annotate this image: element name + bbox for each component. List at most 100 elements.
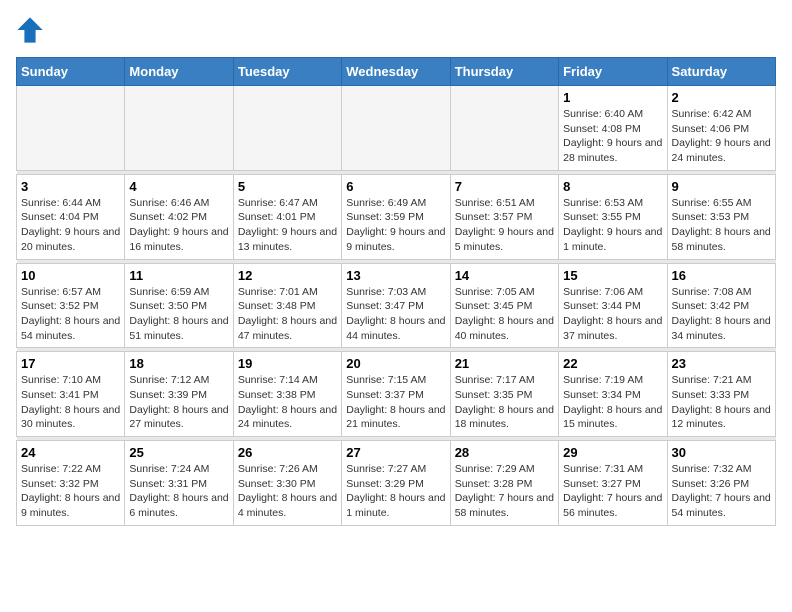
day-number: 17 (21, 356, 120, 371)
day-info: Sunrise: 7:12 AMSunset: 3:39 PMDaylight:… (129, 373, 228, 432)
day-info: Sunrise: 6:49 AMSunset: 3:59 PMDaylight:… (346, 196, 445, 255)
day-info: Sunrise: 6:44 AMSunset: 4:04 PMDaylight:… (21, 196, 120, 255)
calendar-day-cell: 28 Sunrise: 7:29 AMSunset: 3:28 PMDayligh… (450, 441, 558, 526)
calendar-day-cell: 30 Sunrise: 7:32 AMSunset: 3:26 PMDayligh… (667, 441, 775, 526)
calendar-day-cell: 18Sunrise: 7:12 AMSunset: 3:39 PMDayligh… (125, 352, 233, 437)
calendar-week-row: 3 Sunrise: 6:44 AMSunset: 4:04 PMDaylight… (17, 174, 776, 259)
day-info: Sunrise: 7:29 AMSunset: 3:28 PMDaylight:… (455, 462, 554, 521)
calendar-header-row: SundayMondayTuesdayWednesdayThursdayFrid… (17, 58, 776, 86)
day-info: Sunrise: 7:05 AMSunset: 3:45 PMDaylight:… (455, 285, 554, 344)
day-info: Sunrise: 6:47 AMSunset: 4:01 PMDaylight:… (238, 196, 337, 255)
day-number: 16 (672, 268, 771, 283)
calendar-day-cell: 19 Sunrise: 7:14 AMSunset: 3:38 PMDayligh… (233, 352, 341, 437)
day-number: 2 (672, 90, 771, 105)
day-info: Sunrise: 7:32 AMSunset: 3:26 PMDaylight:… (672, 462, 771, 521)
day-info: Sunrise: 7:22 AMSunset: 3:32 PMDaylight:… (21, 462, 120, 521)
day-info: Sunrise: 7:17 AMSunset: 3:35 PMDaylight:… (455, 373, 554, 432)
day-info: Sunrise: 6:46 AMSunset: 4:02 PMDaylight:… (129, 196, 228, 255)
day-number: 15 (563, 268, 662, 283)
calendar-day-cell: 25Sunrise: 7:24 AMSunset: 3:31 PMDayligh… (125, 441, 233, 526)
logo (16, 16, 48, 49)
calendar: SundayMondayTuesdayWednesdayThursdayFrid… (16, 57, 776, 526)
calendar-day-cell: 24 Sunrise: 7:22 AMSunset: 3:32 PMDayligh… (17, 441, 125, 526)
calendar-header-monday: Monday (125, 58, 233, 86)
calendar-day-cell: 8Sunrise: 6:53 AMSunset: 3:55 PMDaylight… (559, 174, 667, 259)
calendar-day-cell: 29 Sunrise: 7:31 AMSunset: 3:27 PMDayligh… (559, 441, 667, 526)
day-info: Sunrise: 7:27 AMSunset: 3:29 PMDaylight:… (346, 462, 445, 521)
calendar-header-thursday: Thursday (450, 58, 558, 86)
calendar-header-tuesday: Tuesday (233, 58, 341, 86)
day-number: 27 (346, 445, 445, 460)
day-number: 19 (238, 356, 337, 371)
calendar-day-cell (125, 86, 233, 171)
day-info: Sunrise: 7:26 AMSunset: 3:30 PMDaylight:… (238, 462, 337, 521)
day-number: 23 (672, 356, 771, 371)
day-number: 25 (129, 445, 228, 460)
calendar-day-cell: 2 Sunrise: 6:42 AMSunset: 4:06 PMDaylight… (667, 86, 775, 171)
day-number: 1 (563, 90, 662, 105)
day-info: Sunrise: 6:42 AMSunset: 4:06 PMDaylight:… (672, 107, 771, 166)
calendar-day-cell: 11Sunrise: 6:59 AMSunset: 3:50 PMDayligh… (125, 263, 233, 348)
day-number: 13 (346, 268, 445, 283)
calendar-day-cell: 27 Sunrise: 7:27 AMSunset: 3:29 PMDayligh… (342, 441, 450, 526)
calendar-day-cell: 22 Sunrise: 7:19 AMSunset: 3:34 PMDayligh… (559, 352, 667, 437)
day-number: 26 (238, 445, 337, 460)
logo-icon (16, 16, 44, 44)
day-number: 29 (563, 445, 662, 460)
calendar-header-friday: Friday (559, 58, 667, 86)
day-number: 5 (238, 179, 337, 194)
day-number: 3 (21, 179, 120, 194)
calendar-day-cell: 17 Sunrise: 7:10 AMSunset: 3:41 PMDayligh… (17, 352, 125, 437)
calendar-day-cell (17, 86, 125, 171)
calendar-day-cell: 20Sunrise: 7:15 AMSunset: 3:37 PMDayligh… (342, 352, 450, 437)
day-number: 21 (455, 356, 554, 371)
day-number: 7 (455, 179, 554, 194)
calendar-day-cell: 5 Sunrise: 6:47 AMSunset: 4:01 PMDaylight… (233, 174, 341, 259)
day-info: Sunrise: 7:21 AMSunset: 3:33 PMDaylight:… (672, 373, 771, 432)
day-info: Sunrise: 7:01 AMSunset: 3:48 PMDaylight:… (238, 285, 337, 344)
calendar-day-cell (450, 86, 558, 171)
day-info: Sunrise: 6:59 AMSunset: 3:50 PMDaylight:… (129, 285, 228, 344)
day-number: 8 (563, 179, 662, 194)
calendar-day-cell: 15 Sunrise: 7:06 AMSunset: 3:44 PMDayligh… (559, 263, 667, 348)
day-info: Sunrise: 6:57 AMSunset: 3:52 PMDaylight:… (21, 285, 120, 344)
calendar-day-cell: 16 Sunrise: 7:08 AMSunset: 3:42 PMDayligh… (667, 263, 775, 348)
calendar-week-row: 24 Sunrise: 7:22 AMSunset: 3:32 PMDayligh… (17, 441, 776, 526)
calendar-day-cell: 1 Sunrise: 6:40 AMSunset: 4:08 PMDaylight… (559, 86, 667, 171)
day-info: Sunrise: 6:40 AMSunset: 4:08 PMDaylight:… (563, 107, 662, 166)
calendar-day-cell: 7 Sunrise: 6:51 AMSunset: 3:57 PMDaylight… (450, 174, 558, 259)
calendar-day-cell: 6 Sunrise: 6:49 AMSunset: 3:59 PMDaylight… (342, 174, 450, 259)
day-info: Sunrise: 7:08 AMSunset: 3:42 PMDaylight:… (672, 285, 771, 344)
calendar-week-row: 17 Sunrise: 7:10 AMSunset: 3:41 PMDayligh… (17, 352, 776, 437)
day-number: 6 (346, 179, 445, 194)
calendar-day-cell: 14 Sunrise: 7:05 AMSunset: 3:45 PMDayligh… (450, 263, 558, 348)
calendar-header-wednesday: Wednesday (342, 58, 450, 86)
day-info: Sunrise: 7:06 AMSunset: 3:44 PMDaylight:… (563, 285, 662, 344)
day-number: 28 (455, 445, 554, 460)
calendar-week-row: 10Sunrise: 6:57 AMSunset: 3:52 PMDayligh… (17, 263, 776, 348)
day-number: 30 (672, 445, 771, 460)
day-number: 9 (672, 179, 771, 194)
calendar-day-cell (233, 86, 341, 171)
day-info: Sunrise: 7:03 AMSunset: 3:47 PMDaylight:… (346, 285, 445, 344)
calendar-day-cell: 12Sunrise: 7:01 AMSunset: 3:48 PMDayligh… (233, 263, 341, 348)
calendar-header-sunday: Sunday (17, 58, 125, 86)
day-info: Sunrise: 7:10 AMSunset: 3:41 PMDaylight:… (21, 373, 120, 432)
header (16, 16, 776, 49)
day-info: Sunrise: 6:51 AMSunset: 3:57 PMDaylight:… (455, 196, 554, 255)
day-number: 4 (129, 179, 228, 194)
calendar-day-cell: 23 Sunrise: 7:21 AMSunset: 3:33 PMDayligh… (667, 352, 775, 437)
day-number: 14 (455, 268, 554, 283)
calendar-day-cell: 21 Sunrise: 7:17 AMSunset: 3:35 PMDayligh… (450, 352, 558, 437)
day-number: 22 (563, 356, 662, 371)
day-info: Sunrise: 7:14 AMSunset: 3:38 PMDaylight:… (238, 373, 337, 432)
calendar-day-cell: 13 Sunrise: 7:03 AMSunset: 3:47 PMDayligh… (342, 263, 450, 348)
calendar-day-cell: 10Sunrise: 6:57 AMSunset: 3:52 PMDayligh… (17, 263, 125, 348)
day-number: 24 (21, 445, 120, 460)
day-info: Sunrise: 7:31 AMSunset: 3:27 PMDaylight:… (563, 462, 662, 521)
day-info: Sunrise: 7:19 AMSunset: 3:34 PMDaylight:… (563, 373, 662, 432)
calendar-week-row: 1 Sunrise: 6:40 AMSunset: 4:08 PMDaylight… (17, 86, 776, 171)
day-info: Sunrise: 7:15 AMSunset: 3:37 PMDaylight:… (346, 373, 445, 432)
calendar-day-cell: 26 Sunrise: 7:26 AMSunset: 3:30 PMDayligh… (233, 441, 341, 526)
calendar-day-cell: 4 Sunrise: 6:46 AMSunset: 4:02 PMDaylight… (125, 174, 233, 259)
